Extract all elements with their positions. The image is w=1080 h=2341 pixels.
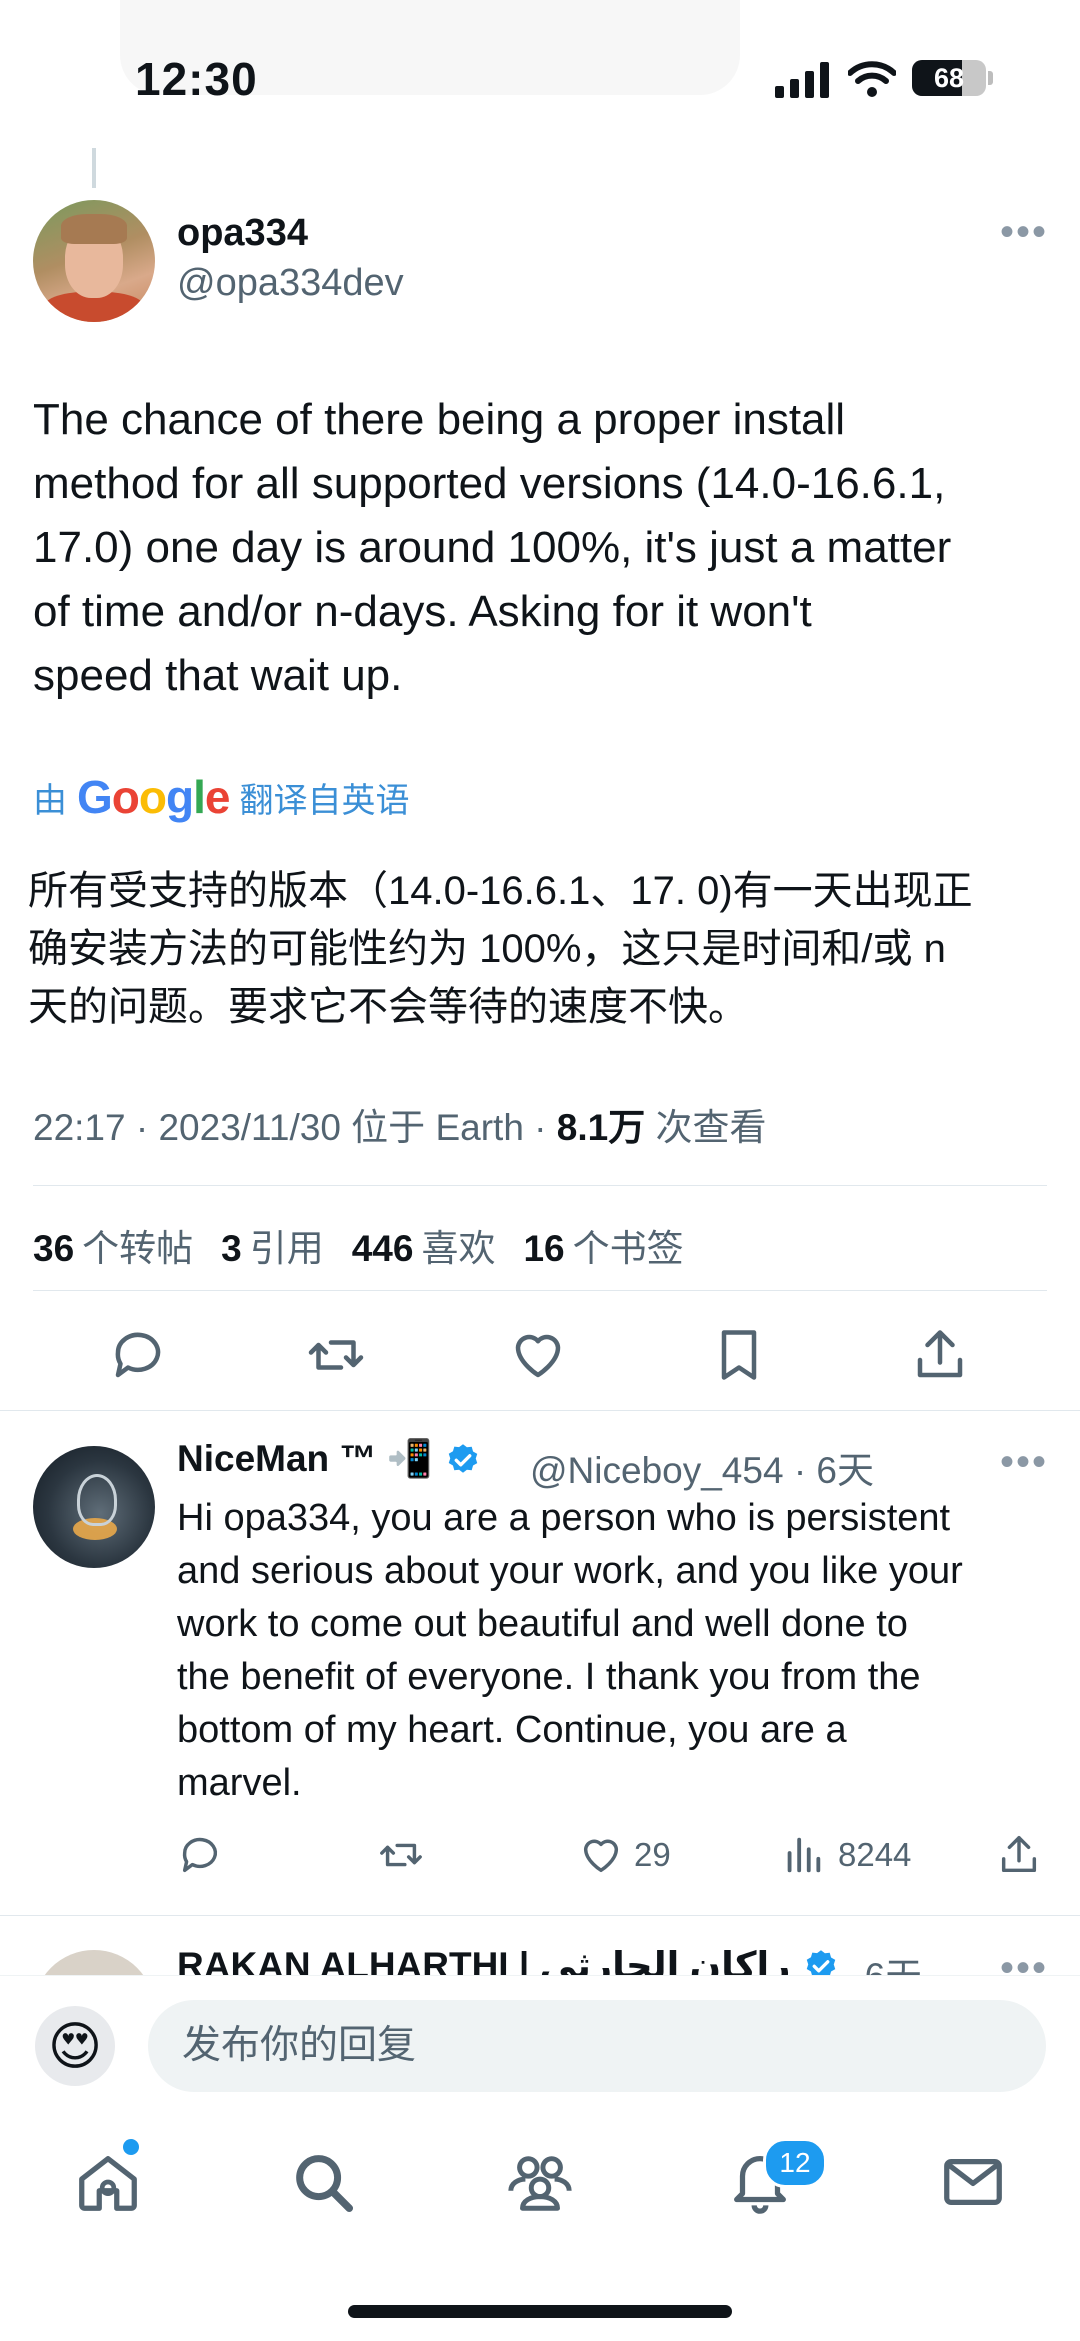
reply-input[interactable]	[148, 2000, 1046, 2092]
reply-like-count: 29	[634, 1836, 671, 1873]
reply-view-count: 8244	[838, 1836, 912, 1873]
retweets-stat[interactable]: 36 个转帖	[33, 1218, 193, 1272]
divider	[33, 1185, 1047, 1186]
emoji-button[interactable]: 😍	[35, 2006, 115, 2086]
share-icon[interactable]	[910, 1325, 970, 1385]
translate-suffix: 翻译自英语	[239, 781, 410, 820]
reply-author-avatar[interactable]	[33, 1446, 155, 1568]
cellular-signal-icon	[775, 62, 829, 98]
home-tab-icon[interactable]	[73, 2147, 143, 2217]
reply-like-button[interactable]: 29	[578, 1832, 671, 1878]
retweet-icon[interactable]	[306, 1325, 366, 1385]
like-icon[interactable]	[508, 1325, 568, 1385]
status-time: 12:30	[135, 53, 258, 105]
engagement-stats: 36 个转帖 3 引用 446 喜欢 16 个书签	[33, 1218, 684, 1272]
author-avatar[interactable]	[33, 200, 155, 322]
translation-attribution[interactable]: 由 Google 翻译自英语	[33, 770, 409, 824]
tweet-text: The chance of there being a proper insta…	[33, 395, 952, 700]
view-label: 次查看	[645, 1107, 767, 1148]
bookmarks-label: 个书签	[572, 1228, 684, 1269]
home-unread-dot	[123, 2139, 139, 2155]
notifications-badge: 12	[763, 2138, 827, 2188]
verified-badge-icon	[448, 1443, 478, 1473]
reply-views-button[interactable]: 8244	[780, 1832, 911, 1878]
reply-icon[interactable]	[108, 1325, 168, 1385]
likes-label: 喜欢	[421, 1228, 496, 1269]
reply-text: Hi opa334, you are a person who is persi…	[177, 1497, 963, 1804]
quotes-label: 引用	[249, 1228, 324, 1269]
wifi-icon	[848, 61, 896, 97]
translated-text: 所有受支持的版本（14.0-16.6.1、17. 0)有一天出现正 确安装方法的…	[28, 869, 973, 1029]
author-name[interactable]: opa334	[177, 212, 308, 255]
tweet-more-options-icon[interactable]: •••	[1000, 212, 1048, 252]
battery-cap	[988, 71, 993, 85]
translate-prefix: 由	[33, 781, 67, 820]
tweet-timestamp-location: 22:17 · 2023/11/30 位于 Earth ·	[33, 1107, 557, 1148]
author-handle[interactable]: @opa334dev	[177, 262, 404, 305]
quotes-count: 3	[221, 1228, 242, 1269]
messages-tab-icon[interactable]	[938, 2147, 1008, 2217]
communities-tab-icon[interactable]	[505, 2147, 575, 2217]
search-tab-icon[interactable]	[288, 2147, 358, 2217]
likes-count: 446	[351, 1228, 414, 1269]
battery-indicator: 68	[912, 60, 986, 96]
home-indicator	[348, 2305, 732, 2318]
quotes-stat[interactable]: 3 引用	[221, 1218, 324, 1272]
likes-stat[interactable]: 446 喜欢	[352, 1218, 496, 1272]
divider	[0, 1915, 1080, 1916]
reply-handle-time: @Niceboy_454 · 6天	[530, 1450, 875, 1491]
reply-share-icon[interactable]	[996, 1832, 1042, 1878]
google-logo: Google	[77, 771, 230, 823]
reply-like-icon	[583, 1839, 619, 1873]
tweet-meta: 22:17 · 2023/11/30 位于 Earth · 8.1万 次查看	[33, 1097, 767, 1151]
battery-percent: 68	[933, 63, 965, 93]
bookmark-icon[interactable]	[709, 1325, 769, 1385]
bookmarks-count: 16	[523, 1228, 565, 1269]
divider	[0, 1410, 1080, 1411]
reply-reply-icon[interactable]	[177, 1832, 223, 1878]
reply-more-options-icon[interactable]: •••	[1000, 1442, 1048, 1482]
retweets-label: 个转帖	[82, 1228, 194, 1269]
bookmarks-stat[interactable]: 16 个书签	[523, 1218, 683, 1272]
reply-author-name: NiceMan ™ 📲	[177, 1438, 433, 1479]
thread-connector-line	[92, 148, 96, 188]
divider	[33, 1290, 1047, 1291]
retweets-count: 36	[33, 1228, 75, 1269]
reply-retweet-icon[interactable]	[378, 1832, 424, 1878]
view-count: 8.1万	[556, 1107, 646, 1148]
reply-author-name-row[interactable]: NiceMan ™ 📲	[177, 1438, 481, 1481]
analytics-icon	[787, 1837, 821, 1873]
